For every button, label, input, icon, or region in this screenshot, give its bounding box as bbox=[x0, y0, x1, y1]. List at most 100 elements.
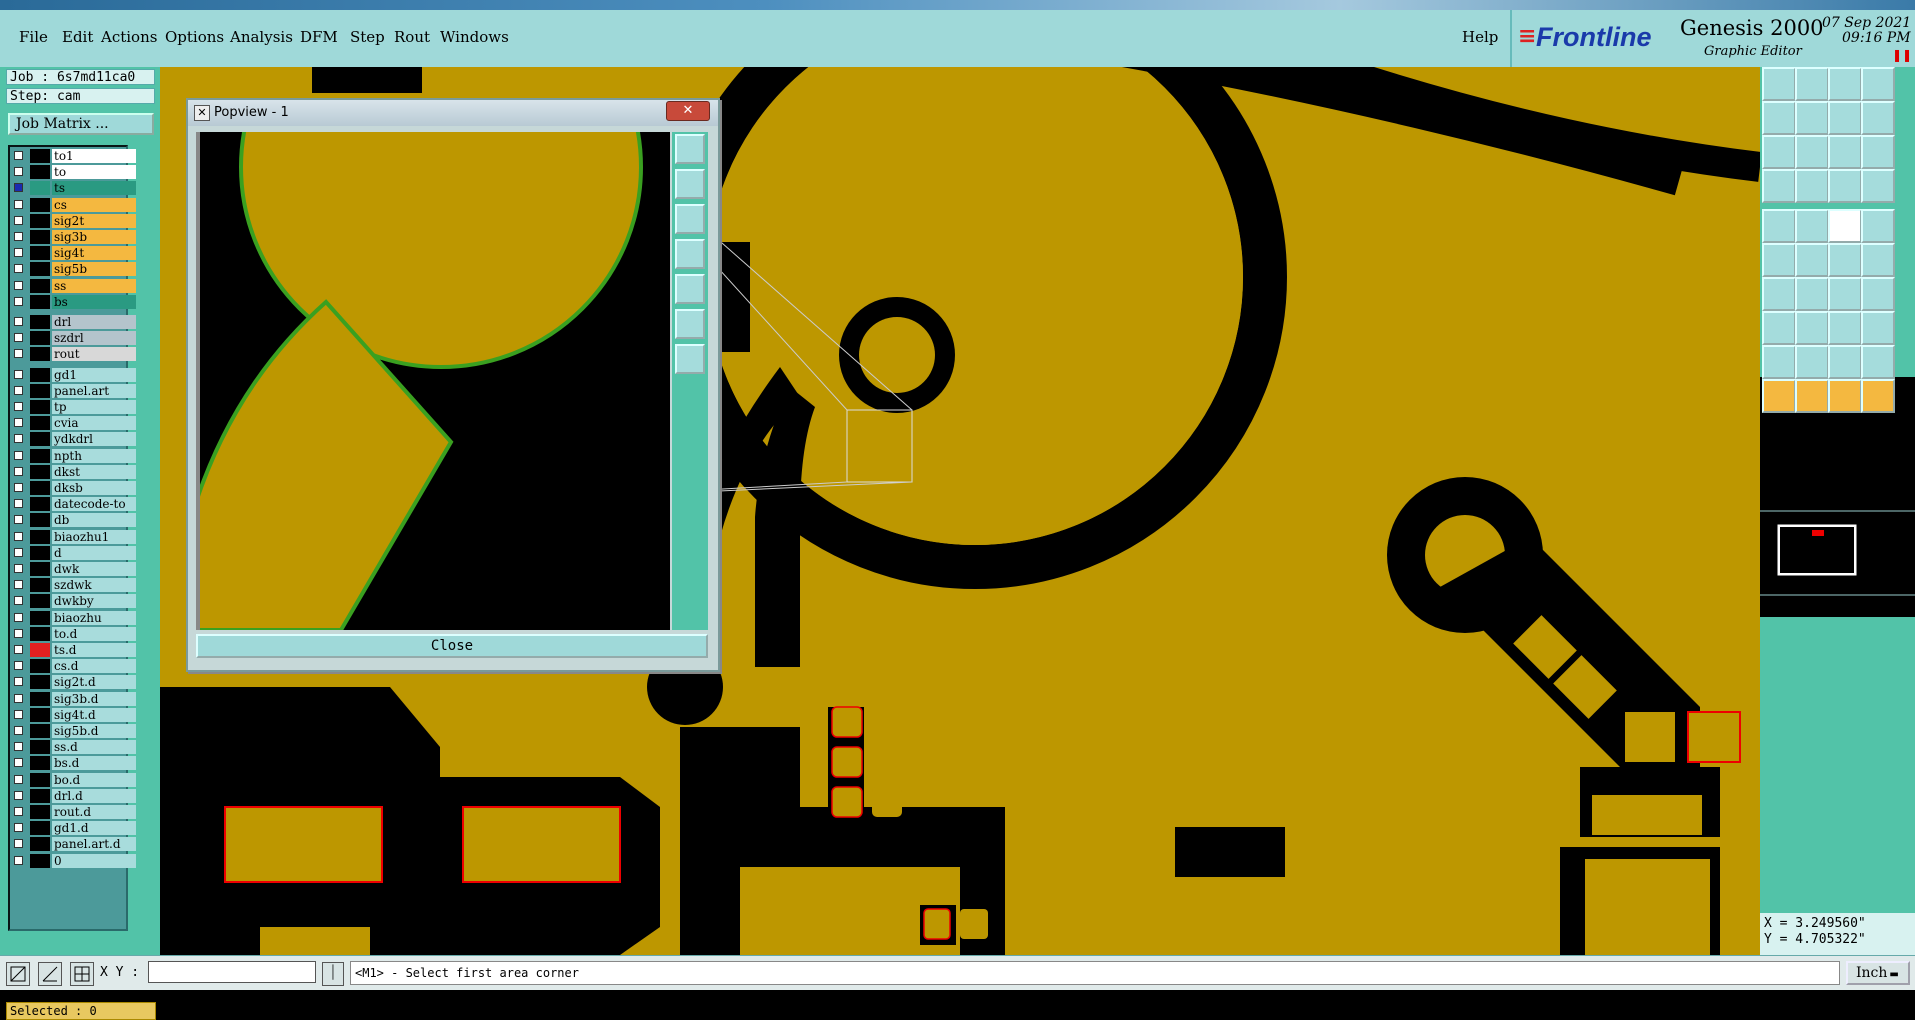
layer-checkbox[interactable] bbox=[14, 499, 23, 509]
layer-row[interactable]: szdrl bbox=[10, 331, 136, 346]
a-fill-icon[interactable] bbox=[1861, 345, 1895, 379]
layer-checkbox[interactable] bbox=[14, 774, 23, 784]
layer-row[interactable]: cvia bbox=[10, 416, 136, 431]
layer-row[interactable]: bs.d bbox=[10, 756, 136, 771]
layer-row[interactable]: ydkdrl bbox=[10, 432, 136, 447]
menu-rout[interactable]: Rout bbox=[394, 28, 430, 46]
redo-icon[interactable] bbox=[1828, 101, 1862, 135]
layer-checkbox[interactable] bbox=[14, 248, 23, 258]
layer-checkbox[interactable] bbox=[14, 232, 23, 241]
layer-checkbox[interactable] bbox=[14, 418, 23, 428]
layer-checkbox[interactable] bbox=[14, 183, 23, 193]
job-matrix-button[interactable]: Job Matrix ... bbox=[8, 113, 154, 135]
popview-pan-left-button[interactable] bbox=[675, 239, 705, 269]
popview-zoom-fit-button[interactable] bbox=[675, 134, 705, 164]
layer-row[interactable]: sig4t bbox=[10, 246, 136, 261]
zoom-center-icon[interactable] bbox=[1795, 135, 1829, 169]
layer-checkbox[interactable] bbox=[14, 661, 23, 671]
menu-windows[interactable]: Windows bbox=[440, 28, 509, 46]
layer-checkbox[interactable] bbox=[14, 807, 23, 816]
popview-pan-down-button[interactable] bbox=[675, 204, 705, 234]
layer-checkbox[interactable] bbox=[14, 742, 23, 752]
menu-dfm[interactable]: DFM bbox=[300, 28, 338, 46]
ruler-icon[interactable] bbox=[1828, 209, 1862, 243]
layer-checkbox[interactable] bbox=[14, 677, 23, 687]
layer-row[interactable]: sig2t bbox=[10, 213, 136, 228]
layer-checkbox[interactable] bbox=[14, 709, 23, 719]
layer-row[interactable]: to.d bbox=[10, 626, 136, 641]
pan-left-icon[interactable] bbox=[1762, 101, 1796, 135]
zoom-fit-icon[interactable] bbox=[1762, 135, 1796, 169]
shape-icon[interactable] bbox=[1861, 311, 1895, 345]
open-icon[interactable] bbox=[1828, 67, 1862, 101]
layer-row[interactable]: sig5b.d bbox=[10, 724, 136, 738]
a-outline-icon[interactable] bbox=[1828, 345, 1862, 379]
layer-row[interactable]: rout.d bbox=[10, 805, 136, 819]
snap-tool-icon[interactable] bbox=[6, 962, 30, 986]
layer-row[interactable]: gd1 bbox=[10, 367, 136, 382]
menu-file[interactable]: File bbox=[19, 28, 48, 46]
layer-checkbox[interactable] bbox=[14, 515, 23, 525]
scale-icon[interactable] bbox=[1828, 135, 1862, 169]
layer-row[interactable]: sig5b bbox=[10, 262, 136, 277]
layer-checkbox[interactable] bbox=[14, 628, 23, 638]
layer-row[interactable]: gd1.d bbox=[10, 821, 136, 836]
keyboard-toggle-icon[interactable]: ⏐ bbox=[322, 962, 344, 986]
layer-row[interactable]: drl.d bbox=[10, 788, 136, 803]
menu-options[interactable]: Options bbox=[165, 28, 224, 46]
save-icon[interactable] bbox=[1795, 67, 1829, 101]
layer-row[interactable]: ss bbox=[10, 278, 136, 293]
layer-checkbox[interactable] bbox=[14, 823, 23, 833]
select-area-icon[interactable] bbox=[1828, 379, 1862, 413]
layer-checkbox[interactable] bbox=[14, 296, 23, 306]
layer-row[interactable]: sig3b bbox=[10, 230, 136, 244]
layer-checkbox[interactable] bbox=[14, 450, 23, 460]
layer-row[interactable]: panel.art.d bbox=[10, 837, 136, 852]
triangle-icon[interactable] bbox=[1762, 345, 1796, 379]
slash-icon[interactable] bbox=[1795, 277, 1829, 311]
popview-zoom-in-button[interactable] bbox=[675, 309, 705, 339]
layer-checkbox[interactable] bbox=[14, 402, 23, 411]
layer-checkbox[interactable] bbox=[14, 333, 23, 343]
layer-row[interactable]: ts bbox=[10, 181, 136, 196]
layer-row[interactable]: dksb bbox=[10, 481, 136, 495]
layer-row[interactable]: cs bbox=[10, 197, 136, 212]
layer-row[interactable]: panel.art bbox=[10, 383, 136, 398]
menu-analysis[interactable]: Analysis bbox=[230, 28, 293, 46]
layer-checkbox[interactable] bbox=[14, 693, 23, 703]
layer-row[interactable]: to1 bbox=[10, 149, 136, 163]
help-icon[interactable] bbox=[1861, 135, 1895, 169]
route-icon[interactable] bbox=[1861, 169, 1895, 203]
layer-row[interactable]: szdwk bbox=[10, 578, 136, 593]
layer-row[interactable]: rout bbox=[10, 347, 136, 362]
layer-checkbox[interactable] bbox=[14, 855, 23, 865]
popview-close-button[interactable]: Close bbox=[196, 634, 708, 658]
cross-icon[interactable] bbox=[1795, 243, 1829, 277]
layer-row[interactable]: db bbox=[10, 513, 136, 528]
lasso-icon[interactable] bbox=[1861, 379, 1895, 413]
pad-icon[interactable] bbox=[1762, 209, 1796, 243]
layout-icon[interactable] bbox=[1861, 67, 1895, 101]
layer-checkbox[interactable] bbox=[14, 564, 23, 573]
trim-icon[interactable] bbox=[1795, 311, 1829, 345]
layer-row[interactable]: dkst bbox=[10, 464, 136, 479]
layer-checkbox[interactable] bbox=[14, 839, 23, 849]
select-box-icon[interactable] bbox=[1795, 379, 1829, 413]
layer-row[interactable]: ss.d bbox=[10, 740, 136, 755]
layer-row[interactable]: biaozhu1 bbox=[10, 529, 136, 544]
node-icon[interactable] bbox=[1762, 243, 1796, 277]
select-icon[interactable] bbox=[1762, 379, 1796, 413]
point-icon[interactable] bbox=[1828, 243, 1862, 277]
layer-checkbox[interactable] bbox=[14, 596, 23, 606]
layer-checkbox[interactable] bbox=[14, 167, 23, 177]
layer-checkbox[interactable] bbox=[14, 151, 23, 160]
connect-icon[interactable] bbox=[1795, 169, 1829, 203]
layer-checkbox[interactable] bbox=[14, 280, 23, 290]
menu-actions[interactable]: Actions bbox=[101, 28, 157, 46]
layer-row[interactable]: biaozhu bbox=[10, 610, 136, 625]
align-icon[interactable] bbox=[1828, 311, 1862, 345]
net-icon[interactable] bbox=[1828, 169, 1862, 203]
layer-row[interactable]: d bbox=[10, 545, 136, 560]
layer-checkbox[interactable] bbox=[14, 466, 23, 476]
layer-checkbox[interactable] bbox=[14, 264, 23, 274]
